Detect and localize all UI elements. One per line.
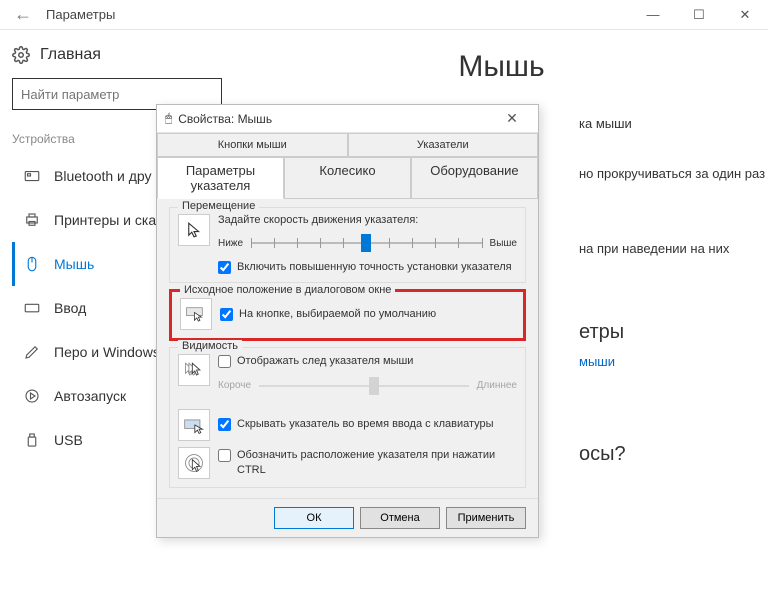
slider-short-label: Короче xyxy=(218,380,251,391)
text-fragment: на при наведении на них xyxy=(579,239,744,259)
subheading: осы? xyxy=(579,443,744,466)
nav-label: USB xyxy=(54,432,83,448)
maximize-button[interactable]: ☐ xyxy=(676,7,722,23)
tab-buttons[interactable]: Кнопки мыши xyxy=(157,133,348,156)
hide-typing-icon xyxy=(178,409,210,441)
group-snap-to: Исходное положение в диалоговом окне На … xyxy=(169,289,526,341)
usb-icon xyxy=(22,430,42,450)
titlebar: ← Параметры — ☐ ✕ xyxy=(0,0,768,30)
snap-icon xyxy=(180,298,212,330)
back-button[interactable]: ← xyxy=(0,4,46,25)
nav-label: Мышь xyxy=(54,256,94,272)
tab-pointer-options[interactable]: Параметры указателя xyxy=(157,157,284,199)
page-title: Мышь xyxy=(259,50,744,84)
keyboard-icon xyxy=(22,298,42,318)
ok-button[interactable]: ОК xyxy=(274,507,354,529)
text-fragment: но прокручиваться за один раз xyxy=(579,164,744,184)
group-label: Исходное положение в диалоговом окне xyxy=(180,284,395,296)
ctrl-show-location-check[interactable]: Обозначить расположение указателя при на… xyxy=(218,448,517,477)
mouse-icon xyxy=(22,254,42,274)
mouse-icon: 🖱 xyxy=(165,111,172,126)
home-label: Главная xyxy=(40,46,101,64)
dialog-title: Свойства: Мышь xyxy=(178,112,272,126)
group-label: Перемещение xyxy=(178,200,259,212)
subheading: етры xyxy=(579,321,744,344)
enhance-precision-check[interactable]: Включить повышенную точность установки у… xyxy=(218,260,517,274)
trail-length-slider xyxy=(259,375,469,397)
bluetooth-icon xyxy=(22,166,42,186)
dialog-close-button[interactable]: ✕ xyxy=(494,110,530,127)
tab-wheel[interactable]: Колесико xyxy=(284,157,411,199)
trail-icon xyxy=(178,354,210,386)
link-mouse-settings[interactable]: мыши xyxy=(579,352,744,372)
speed-label: Задайте скорость движения указателя: xyxy=(218,214,517,226)
slider-low-label: Ниже xyxy=(218,238,243,249)
pointer-speed-slider[interactable] xyxy=(251,232,481,254)
ctrl-locate-icon xyxy=(178,447,210,479)
printer-icon xyxy=(22,210,42,230)
checkbox[interactable] xyxy=(218,261,231,274)
tab-pointers[interactable]: Указатели xyxy=(348,133,539,156)
checkbox[interactable] xyxy=(218,449,231,462)
autoplay-icon xyxy=(22,386,42,406)
group-label: Видимость xyxy=(178,340,242,352)
minimize-button[interactable]: — xyxy=(630,7,676,23)
checkbox[interactable] xyxy=(218,418,231,431)
text-fragment: ка мыши xyxy=(579,114,744,134)
slider-long-label: Длиннее xyxy=(477,380,517,391)
pointer-trail-check[interactable]: Отображать след указателя мыши xyxy=(218,354,517,368)
gear-icon xyxy=(12,46,30,64)
window-title: Параметры xyxy=(46,7,115,22)
snap-to-default-check[interactable]: На кнопке, выбираемой по умолчанию xyxy=(220,307,436,321)
nav-label: Перо и Windows xyxy=(54,344,160,360)
home-link[interactable]: Главная xyxy=(12,46,223,64)
slider-high-label: Выше xyxy=(490,238,517,249)
group-visibility: Видимость Отображать след указателя мыши… xyxy=(169,347,526,487)
apply-button[interactable]: Применить xyxy=(446,507,526,529)
checkbox[interactable] xyxy=(218,355,231,368)
cursor-icon xyxy=(178,214,210,246)
nav-label: Принтеры и ска xyxy=(54,212,156,228)
pen-icon xyxy=(22,342,42,362)
close-button[interactable]: ✕ xyxy=(722,7,768,23)
dialog-titlebar[interactable]: 🖱 Свойства: Мышь ✕ xyxy=(157,105,538,133)
group-movement: Перемещение Задайте скорость движения ук… xyxy=(169,207,526,283)
nav-label: Автозапуск xyxy=(54,388,126,404)
cancel-button[interactable]: Отмена xyxy=(360,507,440,529)
nav-label: Bluetooth и дру xyxy=(54,168,152,184)
checkbox[interactable] xyxy=(220,308,233,321)
hide-while-typing-check[interactable]: Скрывать указатель во время ввода с клав… xyxy=(218,417,494,431)
mouse-properties-dialog: 🖱 Свойства: Мышь ✕ Кнопки мыши Указатели… xyxy=(156,104,539,538)
tab-hardware[interactable]: Оборудование xyxy=(411,157,538,199)
nav-label: Ввод xyxy=(54,300,86,316)
